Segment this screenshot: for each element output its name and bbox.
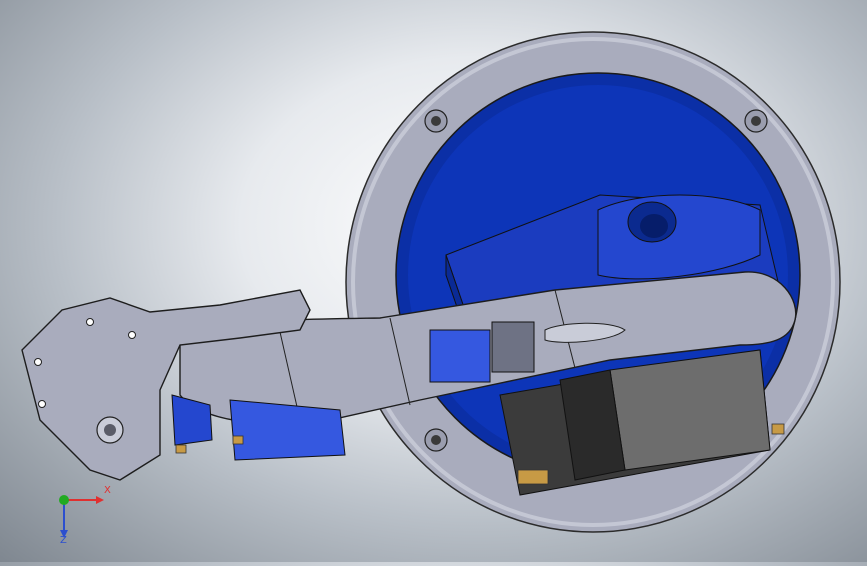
triad-z-label: Z [60, 535, 67, 546]
coordinate-triad: X Z [42, 480, 122, 550]
model-canvas[interactable] [0, 0, 867, 562]
triad-x-label: X [104, 485, 111, 496]
cad-model-viewport[interactable] [0, 0, 867, 562]
